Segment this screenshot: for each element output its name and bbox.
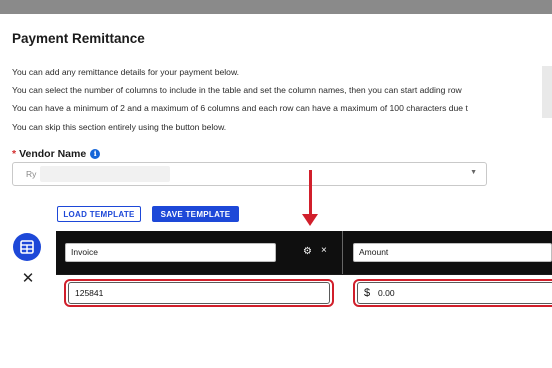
gear-icon[interactable]: ⚙ <box>303 246 312 257</box>
remove-row-icon[interactable]: ✕ <box>18 269 38 289</box>
amount-value: 0.00 <box>378 288 395 298</box>
redacted-vendor-text <box>40 166 170 182</box>
info-line-2: You can select the number of columns to … <box>12 85 462 95</box>
amount-cell-input[interactable]: $ 0.00 <box>357 282 552 304</box>
info-icon[interactable]: i <box>90 149 101 159</box>
annotation-arrow-head <box>302 214 318 226</box>
chevron-down-icon[interactable]: ▼ <box>470 169 477 176</box>
load-template-button[interactable]: LOAD TEMPLATE <box>57 206 141 222</box>
column-name-input[interactable]: Amount <box>353 243 552 262</box>
save-template-button[interactable]: SAVE TEMPLATE <box>152 206 239 222</box>
annotation-arrow <box>309 170 312 218</box>
table-header: Invoice ⚙ × Amount <box>56 231 552 274</box>
info-line-1: You can add any remittance details for y… <box>12 67 240 77</box>
dollar-icon: $ <box>364 287 371 299</box>
scrollbar[interactable] <box>542 66 552 118</box>
column-header-amount: Amount <box>343 231 552 274</box>
vendor-label-text: Vendor Name <box>19 148 87 160</box>
dialog-title: Payment Remittance <box>12 31 145 46</box>
payment-remittance-dialog: Payment Remittance You can add any remit… <box>0 14 552 368</box>
column-header-invoice: Invoice ⚙ × <box>56 231 342 274</box>
add-row-icon[interactable] <box>13 233 41 261</box>
table-row: 125841 $ 0.00 <box>56 274 552 312</box>
vendor-name-label: * Vendor Name i <box>12 148 101 160</box>
vendor-select[interactable]: Ry ▼ <box>12 162 487 186</box>
close-icon[interactable]: × <box>321 245 327 256</box>
info-line-4: You can skip this section entirely using… <box>12 122 227 132</box>
info-line-3: You can have a minimum of 2 and a maximu… <box>12 103 468 113</box>
table-rows-icon <box>20 240 34 254</box>
column-name-input[interactable]: Invoice <box>65 243 276 262</box>
invoice-cell-input[interactable]: 125841 <box>68 282 330 304</box>
vendor-select-value: Ry <box>26 169 37 179</box>
required-indicator: * <box>12 148 17 160</box>
